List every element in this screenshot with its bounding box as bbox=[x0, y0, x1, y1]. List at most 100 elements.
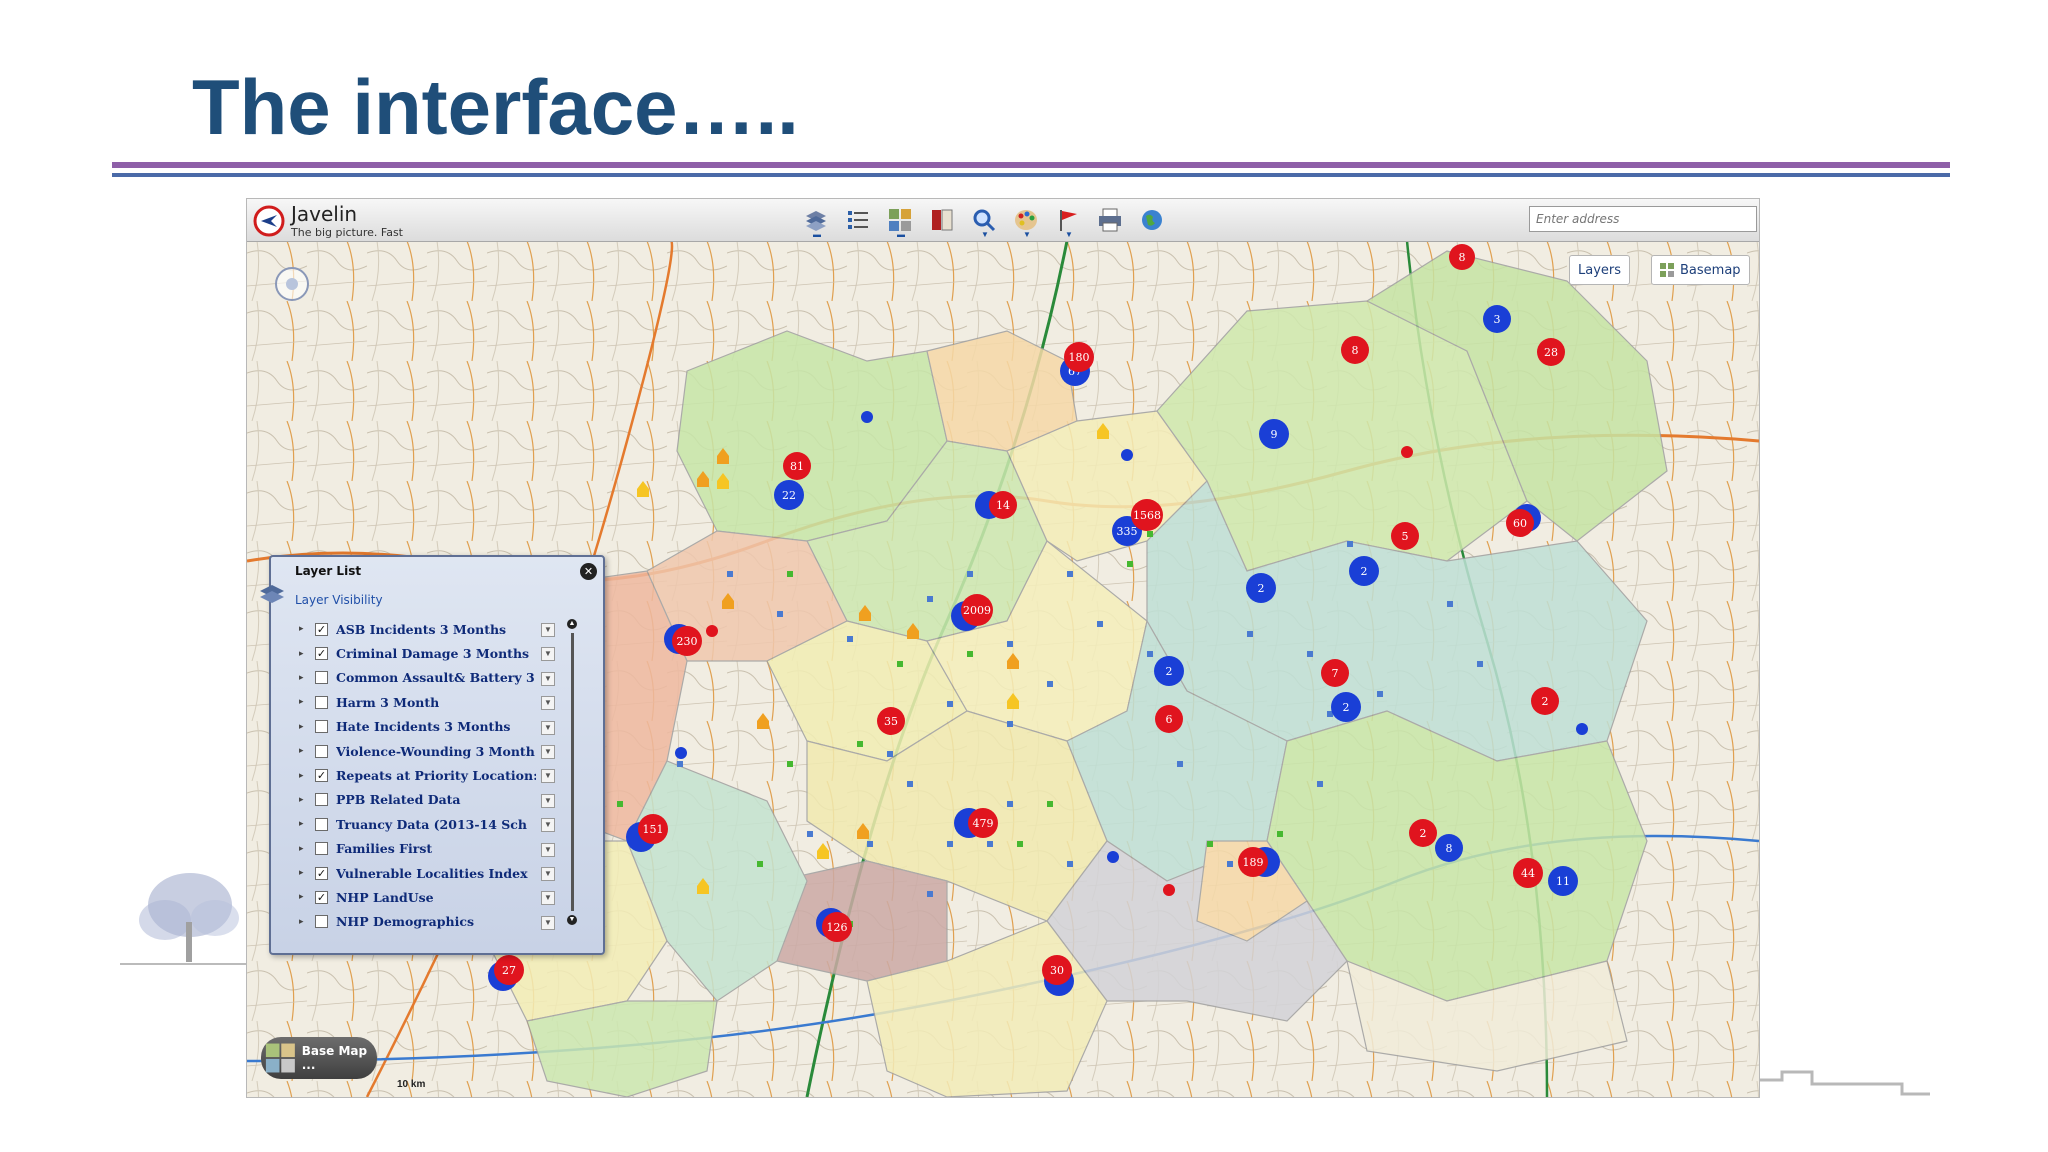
layer-label[interactable]: Truancy Data (2013-14 Sch bbox=[336, 817, 536, 832]
layer-label[interactable]: Vulnerable Localities Index bbox=[336, 866, 536, 881]
layer-options-dropdown[interactable]: ▼ bbox=[541, 842, 555, 857]
layer-checkbox[interactable]: ✓ bbox=[315, 622, 328, 636]
cluster-marker-red[interactable]: 8 bbox=[1341, 336, 1369, 364]
list-tool[interactable] bbox=[841, 203, 875, 237]
layer-checkbox[interactable]: ✓ bbox=[315, 866, 328, 880]
layer-label[interactable]: Common Assault& Battery 3 bbox=[336, 670, 536, 685]
cluster-marker-red[interactable]: 2009 bbox=[961, 594, 993, 626]
layer-checkbox[interactable] bbox=[315, 671, 328, 685]
expand-icon[interactable]: ▸ bbox=[299, 746, 309, 756]
cluster-marker-blue[interactable]: 2 bbox=[1154, 656, 1184, 686]
cluster-marker-blue[interactable]: 11 bbox=[1548, 866, 1578, 896]
cluster-marker-red[interactable]: 2 bbox=[1409, 819, 1437, 847]
cluster-marker-red[interactable]: 230 bbox=[672, 626, 702, 656]
search-tool[interactable]: ▼ bbox=[967, 203, 1001, 239]
layer-label[interactable]: ASB Incidents 3 Months bbox=[336, 622, 536, 637]
cluster-marker-blue[interactable]: 2 bbox=[1331, 692, 1361, 722]
layer-checkbox[interactable] bbox=[315, 793, 328, 807]
globe-tool[interactable] bbox=[1135, 203, 1169, 237]
cluster-marker-red[interactable]: 151 bbox=[638, 814, 668, 844]
expand-icon[interactable]: ▸ bbox=[299, 819, 309, 829]
layer-options-dropdown[interactable]: ▼ bbox=[541, 793, 555, 808]
cluster-marker-red[interactable]: 8 bbox=[1449, 244, 1475, 270]
layer-options-dropdown[interactable]: ▼ bbox=[541, 720, 555, 735]
cluster-marker-blue[interactable]: 2 bbox=[1349, 556, 1379, 586]
address-search-input[interactable] bbox=[1529, 206, 1757, 232]
cluster-marker-red[interactable]: 44 bbox=[1513, 858, 1543, 888]
basemap-button[interactable]: Basemap bbox=[1651, 255, 1750, 285]
expand-icon[interactable]: ▸ bbox=[299, 868, 309, 878]
layer-checkbox[interactable]: ✓ bbox=[315, 890, 328, 904]
cluster-marker-red[interactable]: 6 bbox=[1155, 705, 1183, 733]
layer-options-dropdown[interactable]: ▼ bbox=[541, 891, 555, 906]
layer-checkbox[interactable]: ✓ bbox=[315, 769, 328, 783]
cluster-marker-red[interactable]: 1568 bbox=[1131, 499, 1163, 531]
cluster-marker-red[interactable]: 60 bbox=[1506, 509, 1534, 537]
layer-options-dropdown[interactable]: ▼ bbox=[541, 696, 555, 711]
cluster-marker-red[interactable]: 35 bbox=[877, 707, 905, 735]
cluster-marker-red[interactable]: 126 bbox=[822, 912, 852, 942]
expand-icon[interactable]: ▸ bbox=[299, 624, 309, 634]
layer-checkbox[interactable] bbox=[315, 720, 328, 734]
layer-options-dropdown[interactable]: ▼ bbox=[541, 915, 555, 930]
style-tool[interactable]: ▼ bbox=[1009, 203, 1043, 239]
expand-icon[interactable]: ▸ bbox=[299, 917, 309, 927]
layer-checkbox[interactable] bbox=[315, 817, 328, 831]
expand-icon[interactable]: ▸ bbox=[299, 892, 309, 902]
cluster-marker-blue[interactable]: 3 bbox=[1483, 305, 1511, 333]
expand-icon[interactable]: ▸ bbox=[299, 649, 309, 659]
layer-label[interactable]: NHP Demographics bbox=[336, 914, 536, 929]
layer-label[interactable]: Hate Incidents 3 Months bbox=[336, 719, 536, 734]
scroll-up-icon[interactable]: ▲ bbox=[567, 619, 577, 629]
layer-label[interactable]: Families First bbox=[336, 841, 536, 856]
layers-button[interactable]: Layers bbox=[1569, 255, 1631, 285]
cluster-marker-blue[interactable]: 9 bbox=[1259, 419, 1289, 449]
expand-icon[interactable]: ▸ bbox=[299, 697, 309, 707]
scrollbar-track[interactable] bbox=[571, 633, 574, 911]
layer-label[interactable]: NHP LandUse bbox=[336, 890, 536, 905]
layer-options-dropdown[interactable]: ▼ bbox=[541, 647, 555, 662]
layer-checkbox[interactable] bbox=[315, 915, 328, 929]
cluster-marker-red[interactable]: 180 bbox=[1064, 342, 1094, 372]
layer-label[interactable]: Harm 3 Month bbox=[336, 695, 536, 710]
cluster-marker-blue[interactable]: 2 bbox=[1246, 573, 1276, 603]
grid-tool[interactable]: ▬ bbox=[883, 203, 917, 239]
cluster-marker-blue[interactable]: 22 bbox=[774, 480, 804, 510]
layer-label[interactable]: Criminal Damage 3 Months bbox=[336, 646, 536, 661]
expand-icon[interactable]: ▸ bbox=[299, 722, 309, 732]
cluster-marker-red[interactable]: 2 bbox=[1531, 687, 1559, 715]
expand-icon[interactable]: ▸ bbox=[299, 771, 309, 781]
close-icon[interactable]: ✕ bbox=[580, 563, 597, 580]
layer-options-dropdown[interactable]: ▼ bbox=[541, 769, 555, 784]
layer-checkbox[interactable] bbox=[315, 695, 328, 709]
layer-options-dropdown[interactable]: ▼ bbox=[541, 866, 555, 881]
cluster-marker-red[interactable]: 28 bbox=[1537, 338, 1565, 366]
cluster-marker-red[interactable]: 189 bbox=[1238, 847, 1268, 877]
print-tool[interactable] bbox=[1093, 203, 1127, 237]
cluster-marker-red[interactable]: 14 bbox=[989, 491, 1017, 519]
layer-label[interactable]: PPB Related Data bbox=[336, 792, 536, 807]
cluster-marker-red[interactable]: 27 bbox=[494, 955, 524, 985]
map-navigation-control[interactable] bbox=[273, 265, 311, 303]
layer-checkbox[interactable]: ✓ bbox=[315, 647, 328, 661]
cluster-marker-blue[interactable]: 8 bbox=[1435, 834, 1463, 862]
cluster-marker-red[interactable]: 479 bbox=[968, 808, 998, 838]
cluster-marker-red[interactable]: 7 bbox=[1321, 659, 1349, 687]
cluster-marker-red[interactable]: 81 bbox=[783, 452, 811, 480]
map-canvas[interactable]: 8 3 28 8 67 180 9 22 81 14 335 1568 60 5… bbox=[247, 238, 1759, 1097]
layer-checkbox[interactable] bbox=[315, 744, 328, 758]
layer-label[interactable]: Violence-Wounding 3 Month bbox=[336, 744, 536, 759]
cluster-marker-red[interactable]: 5 bbox=[1391, 522, 1419, 550]
layer-options-dropdown[interactable]: ▼ bbox=[541, 744, 555, 759]
layers-stack-tool[interactable]: ▬ bbox=[799, 203, 833, 239]
expand-icon[interactable]: ▸ bbox=[299, 844, 309, 854]
cluster-marker-red[interactable]: 30 bbox=[1042, 955, 1072, 985]
expand-icon[interactable]: ▸ bbox=[299, 795, 309, 805]
base-map-switcher[interactable]: Base Map ... bbox=[261, 1037, 377, 1079]
layer-label[interactable]: Repeats at Priority Location: bbox=[336, 768, 536, 783]
layer-list-scrollbar[interactable]: ▲ ▼ bbox=[567, 619, 577, 929]
flag-tool[interactable]: ▼ bbox=[1051, 203, 1085, 239]
layer-options-dropdown[interactable]: ▼ bbox=[541, 623, 555, 637]
bookmarks-tool[interactable] bbox=[925, 203, 959, 237]
layer-checkbox[interactable] bbox=[315, 842, 328, 856]
